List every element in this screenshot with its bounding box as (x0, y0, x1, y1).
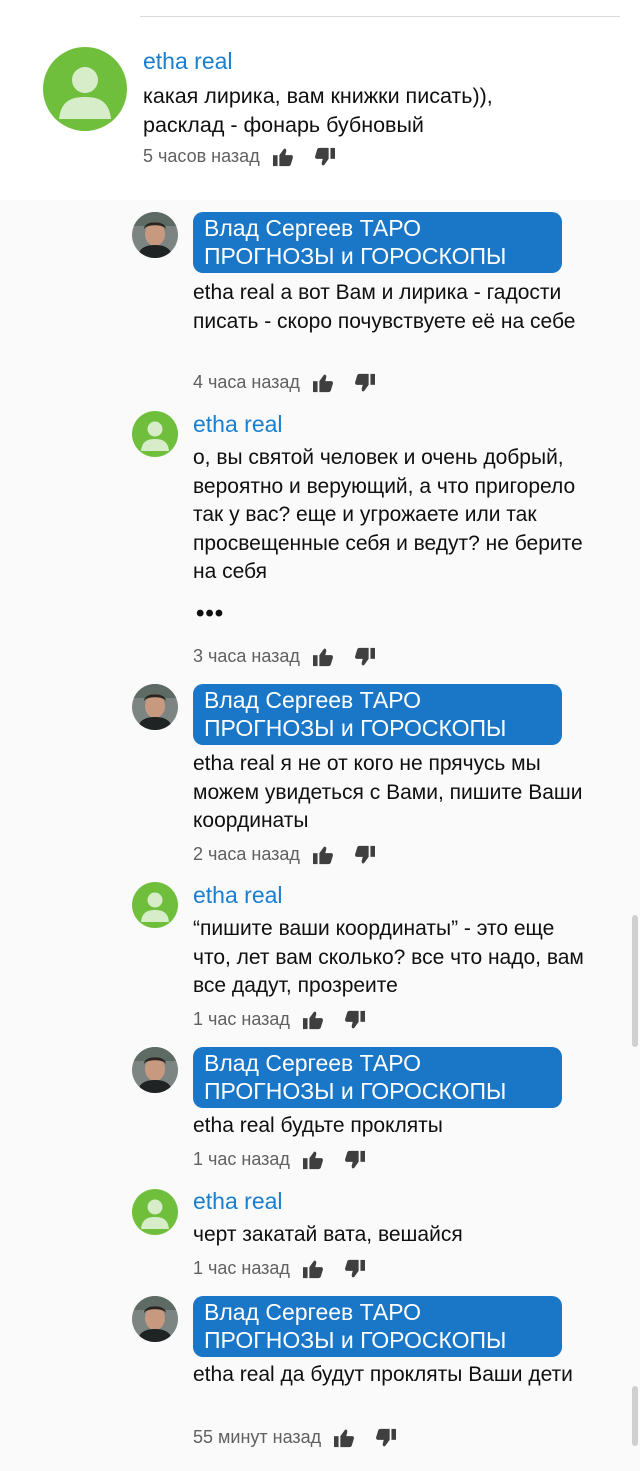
default-user-avatar[interactable] (43, 47, 127, 131)
reply-time: 55 минут назад (193, 1427, 322, 1447)
comment-text: какая лирика, вам книжки писать)), раскл… (143, 84, 493, 137)
channel-owner-avatar[interactable] (132, 212, 178, 258)
owner-badge-author[interactable]: Влад Сергеев ТАРО ПРОГНОЗЫ и ГОРОСКОПЫ (193, 1296, 562, 1357)
owner-badge-author[interactable]: Влад Сергеев ТАРО ПРОГНОЗЫ и ГОРОСКОПЫ (193, 1047, 562, 1108)
default-user-avatar[interactable] (132, 882, 178, 928)
reply-time: 2 часа назад (193, 844, 300, 864)
reply-text: etha real будьте прокляты (193, 1114, 443, 1137)
reply-meta: 1 час назад (193, 1009, 366, 1030)
default-user-avatar[interactable] (132, 1189, 178, 1235)
thumbs-down-icon[interactable] (354, 373, 376, 393)
read-more-button[interactable]: ••• (196, 600, 224, 628)
thumbs-up-icon[interactable] (312, 845, 334, 865)
channel-owner-avatar[interactable] (132, 1296, 178, 1342)
thumbs-up-icon[interactable] (302, 1010, 324, 1030)
thumbs-up-icon[interactable] (312, 647, 334, 667)
reply-author[interactable]: etha real (193, 410, 283, 438)
thumbs-down-icon[interactable] (314, 147, 336, 167)
scrollbar[interactable] (632, 915, 638, 1047)
reply-time: 3 часа назад (193, 646, 300, 666)
reply-text: etha real да будут прокляты Ваши дети (193, 1363, 573, 1386)
reply-text: etha real я не от кого не прячусь мы мож… (193, 752, 583, 832)
thumbs-up-icon[interactable] (333, 1428, 355, 1448)
thumbs-up-icon[interactable] (272, 147, 294, 167)
reply-author[interactable]: etha real (193, 881, 283, 909)
thumbs-down-icon[interactable] (354, 845, 376, 865)
reply-text: “пишите ваши координаты” - это еще что, … (193, 917, 584, 997)
owner-badge-author[interactable]: Влад Сергеев ТАРО ПРОГНОЗЫ и ГОРОСКОПЫ (193, 684, 562, 745)
reply-meta: 55 минут назад (193, 1427, 397, 1448)
thumbs-down-icon[interactable] (375, 1428, 397, 1448)
thumbs-down-icon[interactable] (354, 647, 376, 667)
channel-owner-avatar[interactable] (132, 684, 178, 730)
reply-text: о, вы святой человек и очень добрый, вер… (193, 446, 583, 583)
reply-time: 1 час назад (193, 1009, 290, 1029)
thumbs-up-icon[interactable] (302, 1150, 324, 1170)
thumbs-up-icon[interactable] (302, 1259, 324, 1279)
reply-time: 1 час назад (193, 1149, 290, 1169)
reply-text: черт закатай вата, вешайся (193, 1223, 463, 1246)
reply-text: etha real а вот Вам и лирика - гадости п… (193, 281, 576, 333)
reply-meta: 1 час назад (193, 1258, 366, 1279)
reply-time: 1 час назад (193, 1258, 290, 1278)
thumbs-down-icon[interactable] (344, 1010, 366, 1030)
thumbs-down-icon[interactable] (344, 1259, 366, 1279)
reply-time: 4 часа назад (193, 372, 300, 392)
default-user-avatar[interactable] (132, 411, 178, 457)
scrollbar[interactable] (632, 1386, 638, 1446)
channel-owner-avatar[interactable] (132, 1047, 178, 1093)
owner-badge-author[interactable]: Влад Сергеев ТАРО ПРОГНОЗЫ и ГОРОСКОПЫ (193, 212, 562, 273)
comment-time: 5 часов назад (143, 146, 260, 166)
comment-author[interactable]: etha real (143, 47, 233, 75)
reply-meta: 1 час назад (193, 1149, 366, 1170)
reply-author[interactable]: etha real (193, 1187, 283, 1215)
comment-meta: 5 часов назад (143, 146, 336, 167)
thumbs-down-icon[interactable] (344, 1150, 366, 1170)
reply-meta: 3 часа назад (193, 646, 376, 667)
reply-meta: 4 часа назад (193, 372, 376, 393)
comment: etha real какая лирика, вам книжки писат… (0, 0, 640, 200)
thumbs-up-icon[interactable] (312, 373, 334, 393)
reply-meta: 2 часа назад (193, 844, 376, 865)
